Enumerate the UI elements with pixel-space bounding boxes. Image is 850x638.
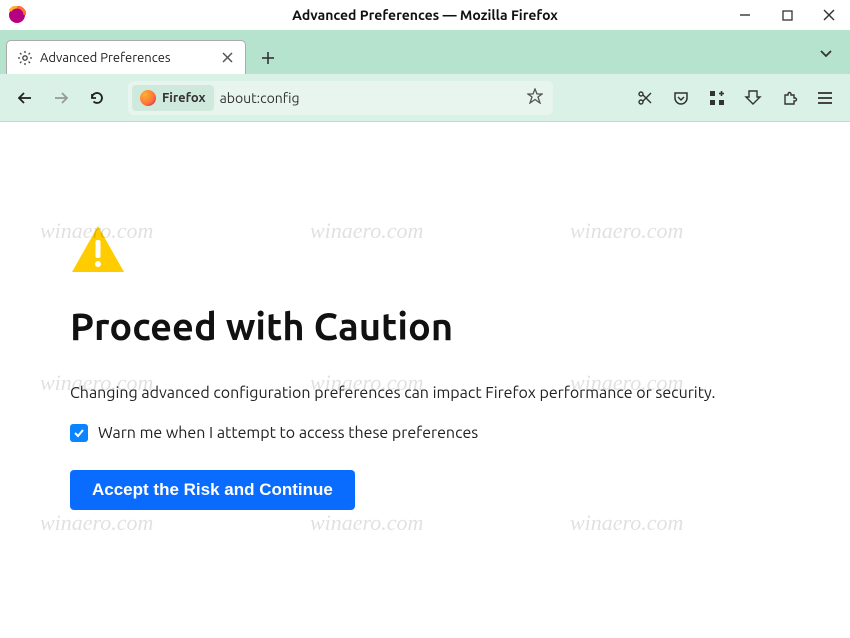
maximize-button[interactable] bbox=[766, 0, 808, 30]
arrow-left-icon bbox=[16, 89, 34, 107]
watermark: winaero.com bbox=[40, 510, 153, 536]
window-controls bbox=[724, 0, 850, 30]
firefox-app-icon bbox=[8, 6, 26, 24]
gear-icon bbox=[17, 50, 33, 66]
tab-title: Advanced Preferences bbox=[40, 51, 171, 65]
close-icon bbox=[222, 52, 233, 63]
reload-icon bbox=[88, 89, 106, 107]
window-title: Advanced Preferences — Mozilla Firefox bbox=[0, 7, 850, 23]
arrow-right-icon bbox=[52, 89, 70, 107]
close-icon bbox=[823, 9, 835, 21]
tab-close-button[interactable] bbox=[217, 48, 237, 68]
watermark: winaero.com bbox=[310, 510, 423, 536]
firefox-brand-icon bbox=[140, 90, 156, 106]
reader-view-button[interactable] bbox=[628, 81, 662, 115]
tab-advanced-preferences[interactable]: Advanced Preferences bbox=[6, 40, 246, 74]
warning-icon bbox=[70, 222, 126, 278]
minimize-button[interactable] bbox=[724, 0, 766, 30]
reload-button[interactable] bbox=[80, 81, 114, 115]
url-text: about:config bbox=[220, 90, 300, 106]
close-button[interactable] bbox=[808, 0, 850, 30]
hamburger-icon bbox=[817, 91, 833, 105]
warn-checkbox-label: Warn me when I attempt to access these p… bbox=[98, 424, 478, 442]
page-heading: Proceed with Caution bbox=[70, 306, 850, 348]
about-config-warning: Proceed with Caution Changing advanced c… bbox=[0, 122, 850, 510]
tab-strip: Advanced Preferences bbox=[0, 30, 850, 74]
warn-checkbox-row[interactable]: Warn me when I attempt to access these p… bbox=[70, 424, 850, 442]
addons-button[interactable] bbox=[700, 81, 734, 115]
window-titlebar: Advanced Preferences — Mozilla Firefox bbox=[0, 0, 850, 30]
plus-icon bbox=[261, 51, 275, 65]
accept-risk-button[interactable]: Accept the Risk and Continue bbox=[70, 470, 355, 510]
new-tab-button[interactable] bbox=[252, 42, 284, 74]
url-bar[interactable]: Firefox about:config bbox=[128, 81, 553, 115]
navigation-toolbar: Firefox about:config bbox=[0, 74, 850, 122]
pocket-icon bbox=[672, 89, 690, 107]
star-icon bbox=[527, 88, 543, 104]
forward-button[interactable] bbox=[44, 81, 78, 115]
maximize-icon bbox=[782, 10, 793, 21]
grid-plus-icon bbox=[709, 90, 725, 106]
app-menu-button[interactable] bbox=[808, 81, 842, 115]
identity-chip[interactable]: Firefox bbox=[132, 85, 214, 111]
download-icon bbox=[744, 89, 762, 107]
extensions-button[interactable] bbox=[772, 81, 806, 115]
puzzle-icon bbox=[780, 89, 798, 107]
page-description: Changing advanced configuration preferen… bbox=[70, 384, 850, 402]
bookmark-star-button[interactable] bbox=[527, 88, 543, 108]
back-button[interactable] bbox=[8, 81, 42, 115]
checkmark-icon bbox=[73, 427, 85, 439]
chevron-down-icon bbox=[819, 49, 833, 59]
downloads-button[interactable] bbox=[736, 81, 770, 115]
identity-label: Firefox bbox=[162, 91, 206, 105]
warn-checkbox[interactable] bbox=[70, 424, 88, 442]
scissors-icon bbox=[636, 89, 654, 107]
pocket-button[interactable] bbox=[664, 81, 698, 115]
minimize-icon bbox=[739, 9, 751, 21]
watermark: winaero.com bbox=[570, 510, 683, 536]
all-tabs-button[interactable] bbox=[812, 40, 840, 68]
